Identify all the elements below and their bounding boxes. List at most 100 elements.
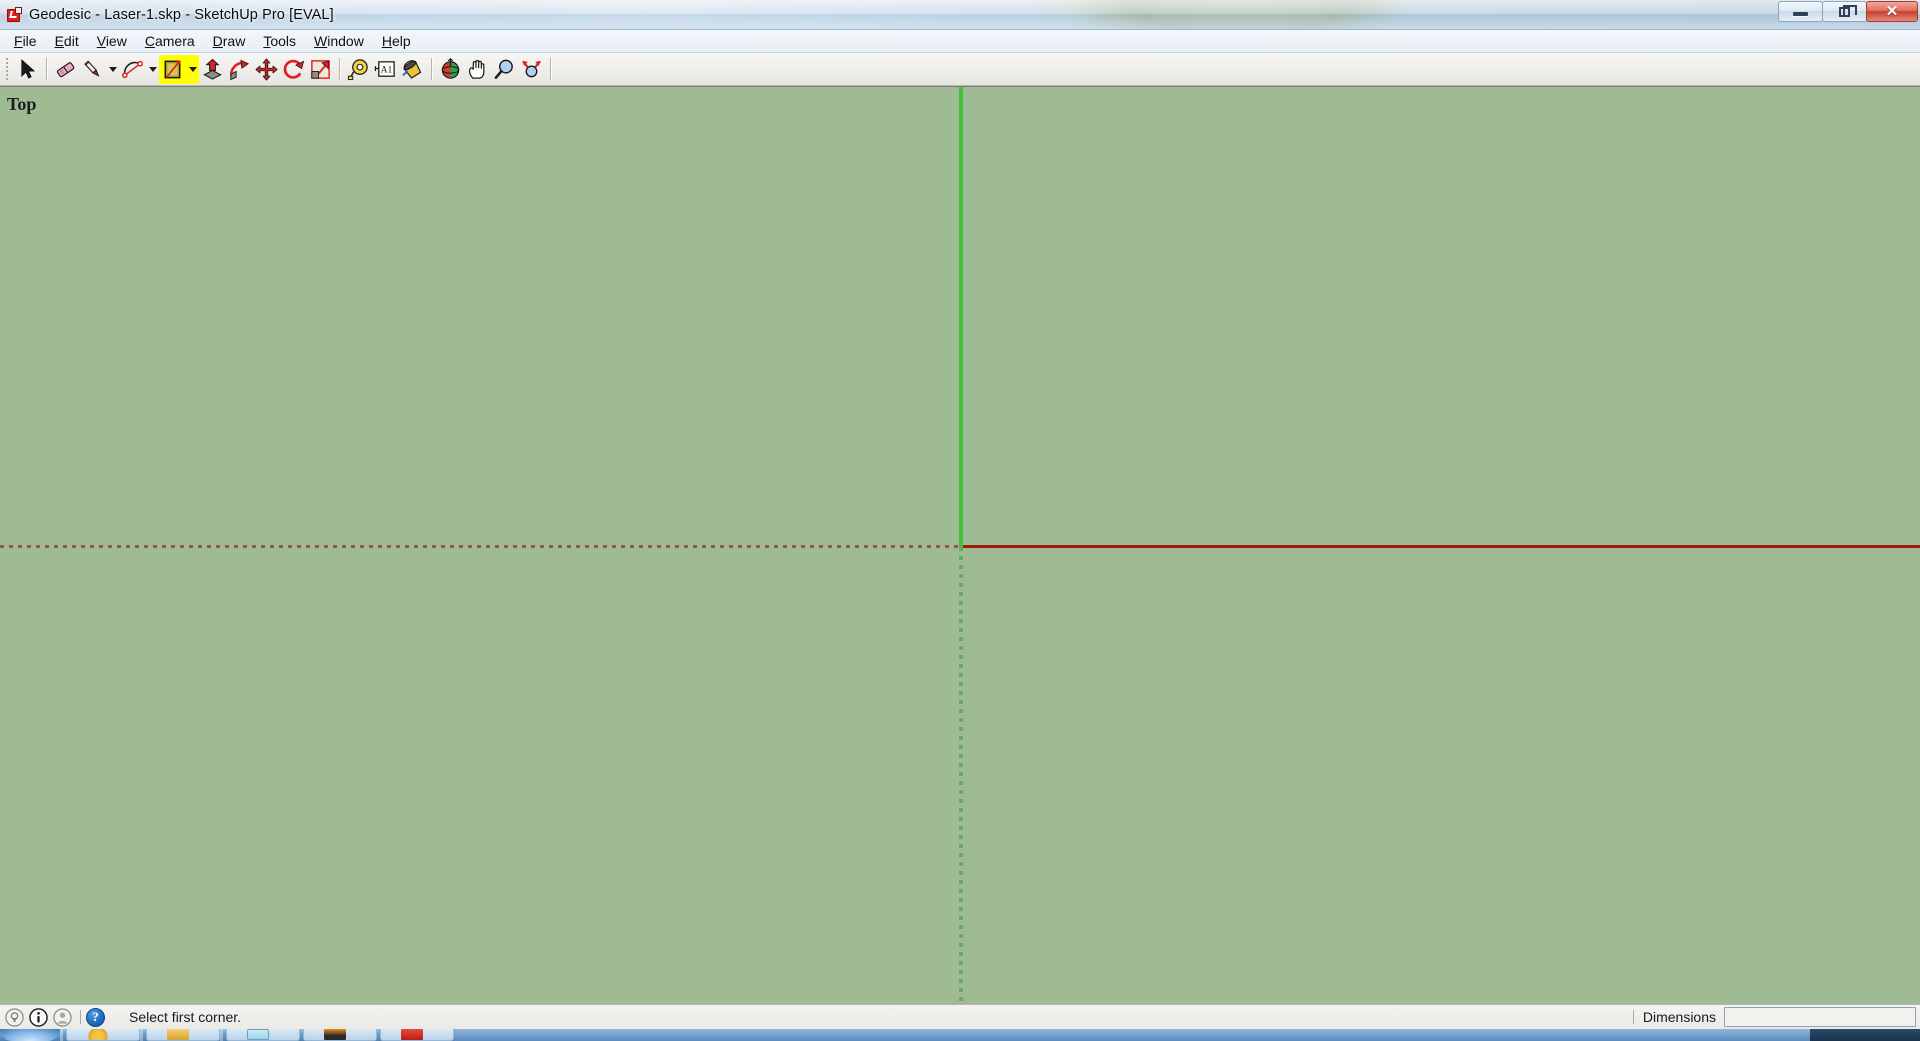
menu-bar: File Edit View Camera Draw Tools Window Help [0, 30, 1920, 53]
select-tool-button[interactable] [14, 56, 41, 83]
menu-item-label: elp [391, 33, 411, 49]
text-a1-icon: A1 [374, 60, 395, 77]
menu-file[interactable]: File [5, 31, 46, 51]
pencil-icon [84, 59, 100, 77]
eraser-tool-button[interactable] [52, 56, 79, 83]
red-axis-negative [0, 545, 960, 548]
toolbar-separator-3 [431, 58, 432, 80]
menu-mnemonic: E [54, 33, 64, 49]
close-button[interactable]: ✕ [1866, 1, 1918, 22]
taskbar-divider [60, 1029, 63, 1041]
menu-window[interactable]: Window [305, 31, 373, 51]
line-tool-button[interactable] [79, 56, 106, 83]
menu-camera[interactable]: Camera [136, 31, 204, 51]
window-controls: ✕ [1778, 1, 1918, 22]
tape-measure-tool-button[interactable] [345, 56, 372, 83]
rotate-icon [283, 59, 305, 79]
restore-button[interactable] [1822, 1, 1867, 22]
zoom-extents-tool-button[interactable] [518, 56, 545, 83]
lightbulb-hint-icon[interactable] [5, 1007, 24, 1027]
dimensions-label: Dimensions [1642, 1009, 1716, 1025]
taskbar-divider-3 [220, 1029, 223, 1041]
tape-measure-icon [347, 58, 368, 80]
menu-view[interactable]: View [88, 31, 136, 51]
svg-text:A1: A1 [381, 64, 393, 75]
taskbar-item[interactable] [303, 1029, 377, 1041]
start-button[interactable] [0, 1029, 60, 1041]
zoom-magnifier-icon [494, 59, 513, 79]
status-bar: ? Select first corner. Dimensions [0, 1004, 1920, 1029]
line-tool-dropdown[interactable] [106, 56, 119, 83]
menu-mnemonic: F [14, 33, 23, 49]
rectangle-icon [164, 59, 181, 78]
menu-item-label: raw [222, 33, 246, 49]
follow-me-icon [230, 59, 249, 80]
menu-mnemonic: H [381, 33, 392, 49]
follow-me-tool-button[interactable] [226, 56, 253, 83]
arc-tool-dropdown[interactable] [146, 56, 159, 83]
move-icon [255, 58, 278, 80]
media-icon [324, 1029, 346, 1040]
taskbar-divider-2 [140, 1029, 143, 1041]
move-tool-button[interactable] [253, 56, 280, 83]
taskbar-item[interactable] [226, 1029, 300, 1041]
paint-bucket-icon [402, 59, 422, 79]
orbit-icon [441, 57, 460, 79]
view-label: Top [7, 94, 37, 114]
windows-taskbar [0, 1029, 1920, 1041]
menu-draw[interactable]: Draw [204, 31, 255, 51]
pan-tool-button[interactable] [464, 56, 491, 83]
user-account-icon[interactable] [53, 1007, 72, 1027]
getting-started-toolbar: A1 [0, 53, 1920, 86]
folder-icon [167, 1029, 189, 1040]
menu-edit[interactable]: Edit [46, 31, 88, 51]
taskbar-item[interactable] [66, 1029, 140, 1041]
taskbar-item[interactable] [380, 1029, 454, 1041]
toolbar-grip[interactable] [3, 56, 12, 82]
pan-hand-icon [468, 59, 485, 79]
info-icon[interactable] [29, 1007, 48, 1027]
menu-help[interactable]: Help [373, 31, 420, 51]
menu-item-label: ools [270, 33, 297, 49]
scale-tool-button[interactable] [307, 56, 334, 83]
push-pull-icon [203, 58, 222, 80]
dimensions-divider [1632, 1010, 1634, 1024]
toolbar-separator [46, 58, 47, 80]
paint-bucket-tool-button[interactable] [399, 56, 426, 83]
internet-explorer-icon [87, 1029, 109, 1040]
title-bar[interactable]: Geodesic - Laser-1.skp - SketchUp Pro [E… [0, 0, 1920, 30]
rotate-tool-button[interactable] [280, 56, 307, 83]
help-button[interactable]: ? [86, 1007, 105, 1027]
push-pull-tool-button[interactable] [199, 56, 226, 83]
sketchup-icon [401, 1029, 423, 1040]
toolbar-separator-4 [550, 58, 551, 80]
taskbar-item[interactable] [146, 1029, 220, 1041]
red-axis-positive [961, 545, 1920, 548]
arc-icon [122, 60, 143, 78]
zoom-tool-button[interactable] [491, 56, 518, 83]
menu-item-label: iew [105, 33, 127, 49]
arc-tool-button[interactable] [119, 56, 146, 83]
arrow-cursor-icon [21, 58, 36, 79]
taskbar-empty-area [454, 1029, 1810, 1041]
green-axis-positive [959, 87, 963, 547]
status-message: Select first corner. [129, 1009, 242, 1025]
rectangle-tool-dropdown[interactable] [186, 56, 199, 83]
text-tool-button[interactable]: A1 [372, 56, 399, 83]
eraser-icon [56, 61, 75, 77]
status-right-group: Dimensions [1632, 1007, 1920, 1027]
menu-mnemonic: C [144, 33, 155, 49]
minimize-button[interactable] [1778, 1, 1823, 22]
application-window: Geodesic - Laser-1.skp - SketchUp Pro [E… [0, 0, 1920, 1041]
window-icon [247, 1029, 269, 1040]
system-tray[interactable] [1810, 1029, 1920, 1041]
sketchup-logo-icon [6, 6, 22, 23]
scale-icon [311, 59, 330, 79]
dimensions-input[interactable] [1724, 1007, 1916, 1027]
menu-item-label: dit [63, 33, 79, 49]
menu-tools[interactable]: Tools [254, 31, 305, 51]
orbit-tool-button[interactable] [437, 56, 464, 83]
drawing-viewport[interactable]: Top [0, 86, 1920, 1004]
rectangle-tool-button[interactable] [159, 55, 186, 83]
rectangle-tool-group [159, 54, 199, 84]
